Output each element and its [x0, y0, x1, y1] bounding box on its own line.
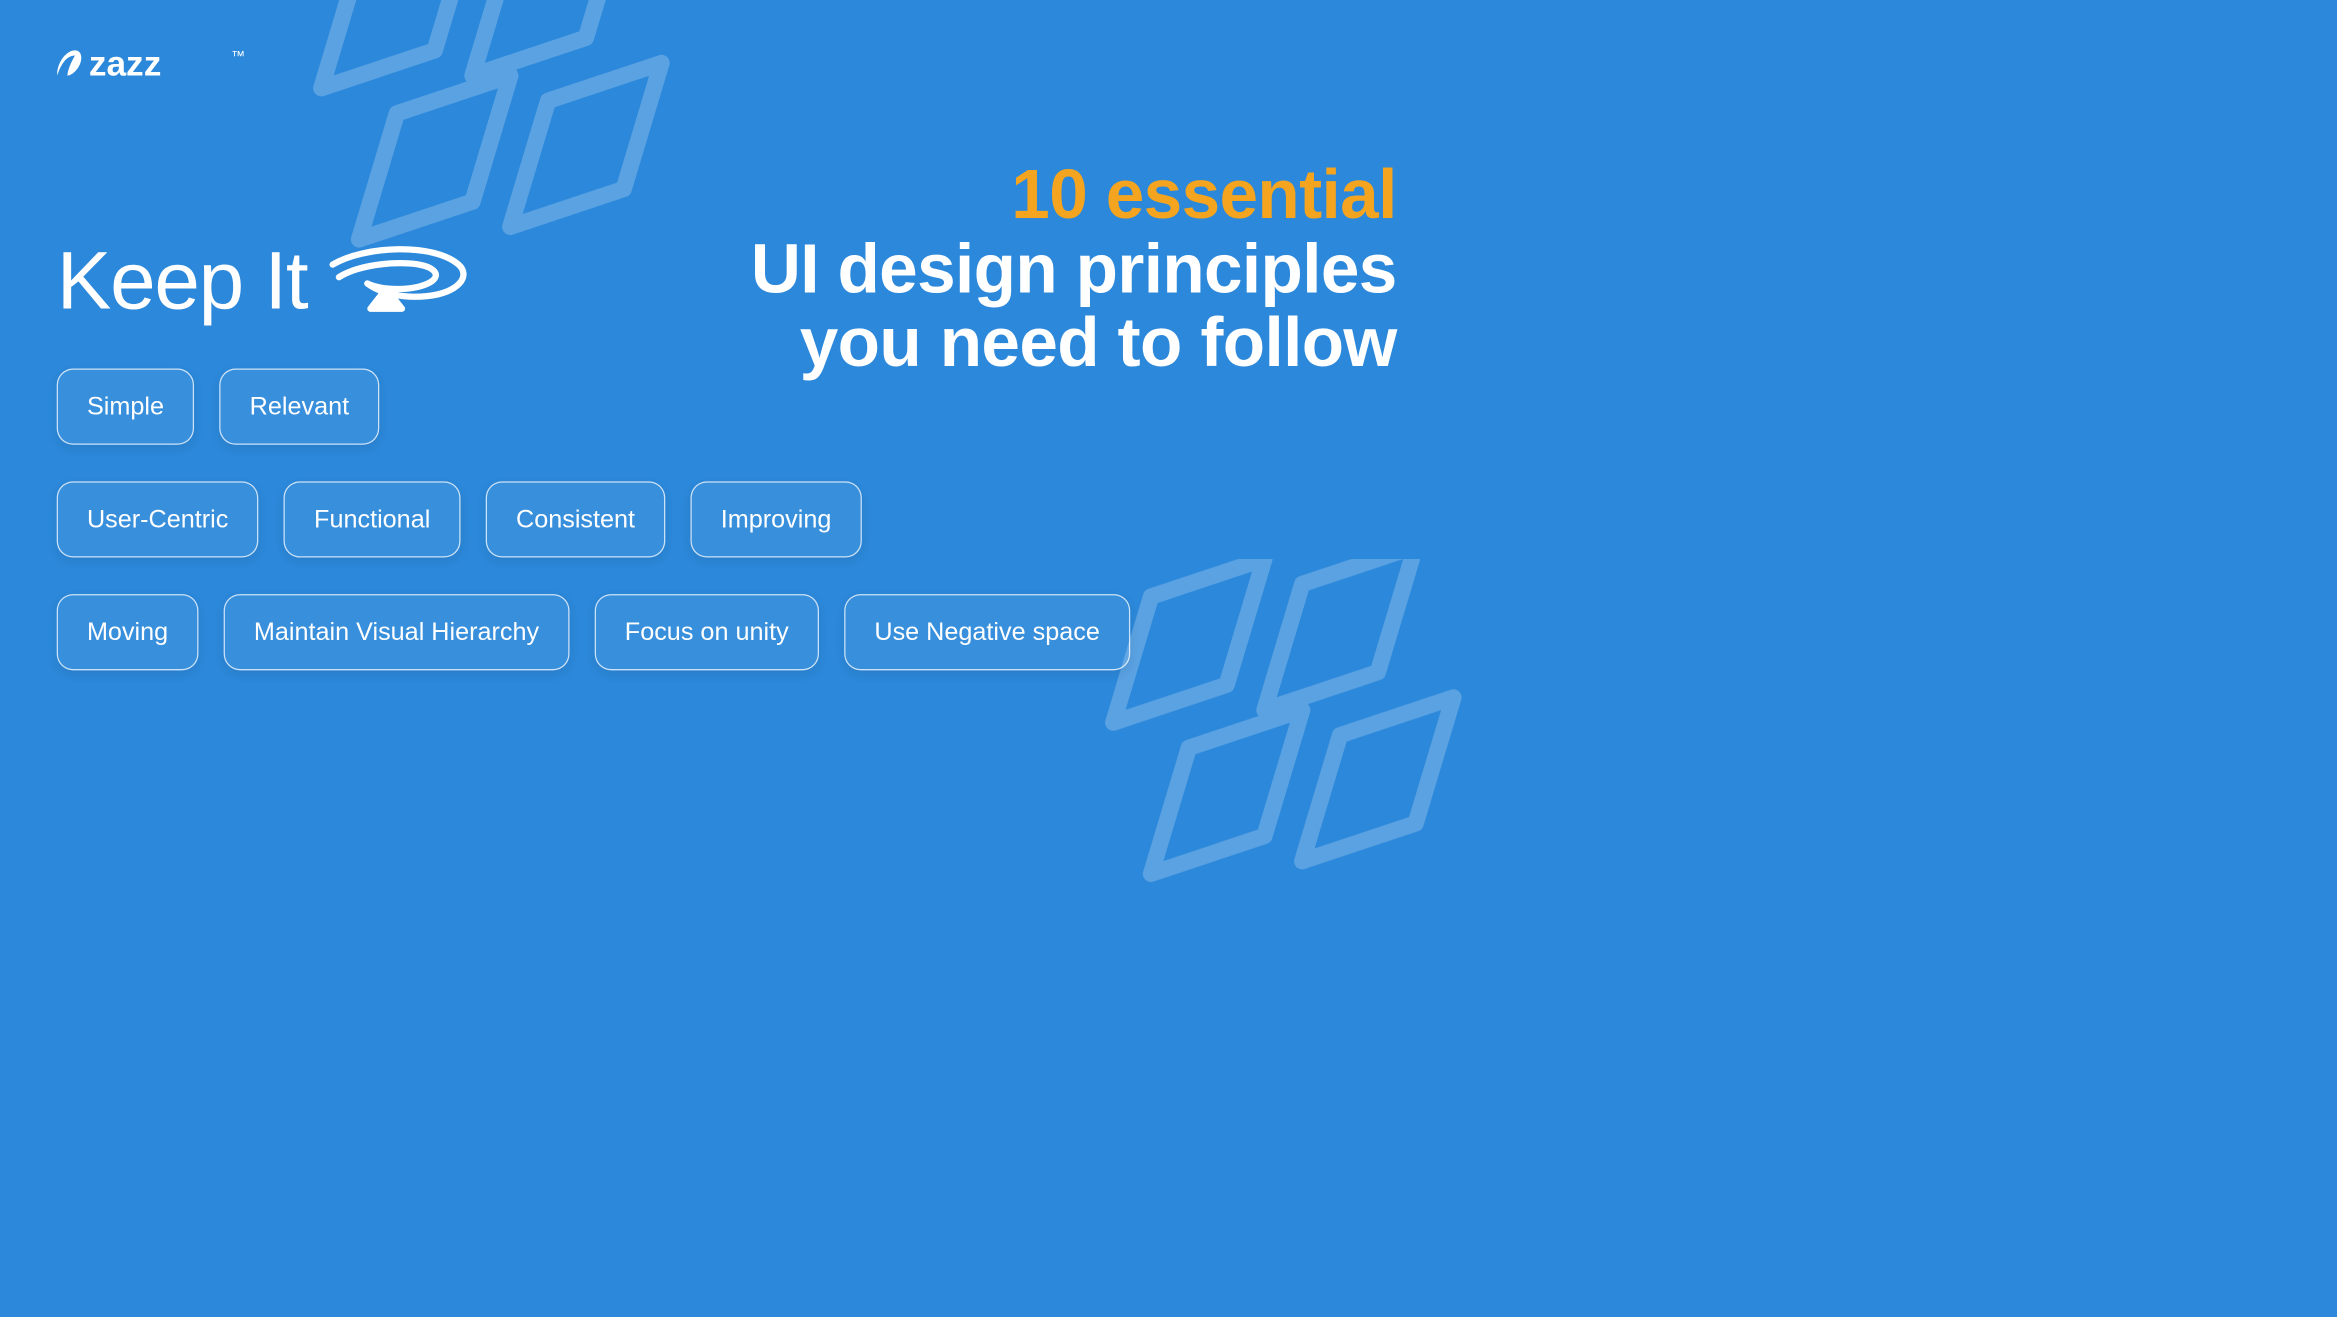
headline-block: 10 essential UI design principles you ne… [751, 158, 1397, 380]
principle-pill: Maintain Visual Hierarchy [224, 594, 570, 670]
loop-arrow-icon [326, 239, 471, 321]
principle-row-1: Simple Relevant [57, 369, 1130, 445]
keep-it-text: Keep It [57, 233, 308, 328]
trademark-symbol: ™ [231, 48, 245, 64]
slide-canvas: zazz ™ 10 essential UI design principles… [0, 0, 1472, 830]
principle-pill: Functional [284, 481, 461, 557]
principle-row-3: Moving Maintain Visual Hierarchy Focus o… [57, 594, 1130, 670]
decoration-bottom-right [1088, 559, 1529, 937]
principle-pill: Focus on unity [595, 594, 819, 670]
zazz-logo-icon: zazz [54, 44, 224, 84]
principle-pill: Simple [57, 369, 195, 445]
principle-pill: User-Centric [57, 481, 259, 557]
principle-pill: Use Negative space [844, 594, 1130, 670]
brand-logo: zazz ™ [54, 44, 246, 84]
principle-pill: Consistent [486, 481, 666, 557]
principle-rows: Simple Relevant User-Centric Functional … [57, 369, 1130, 671]
principle-pill: Moving [57, 594, 199, 670]
keep-it-label: Keep It [57, 233, 472, 328]
principle-row-2: User-Centric Functional Consistent Impro… [57, 481, 1130, 557]
headline-line-1: 10 essential [751, 158, 1397, 232]
principle-pill: Improving [690, 481, 861, 557]
brand-name-text: zazz [89, 45, 162, 84]
principle-pill: Relevant [219, 369, 379, 445]
headline-line-2: UI design principles [751, 232, 1397, 306]
